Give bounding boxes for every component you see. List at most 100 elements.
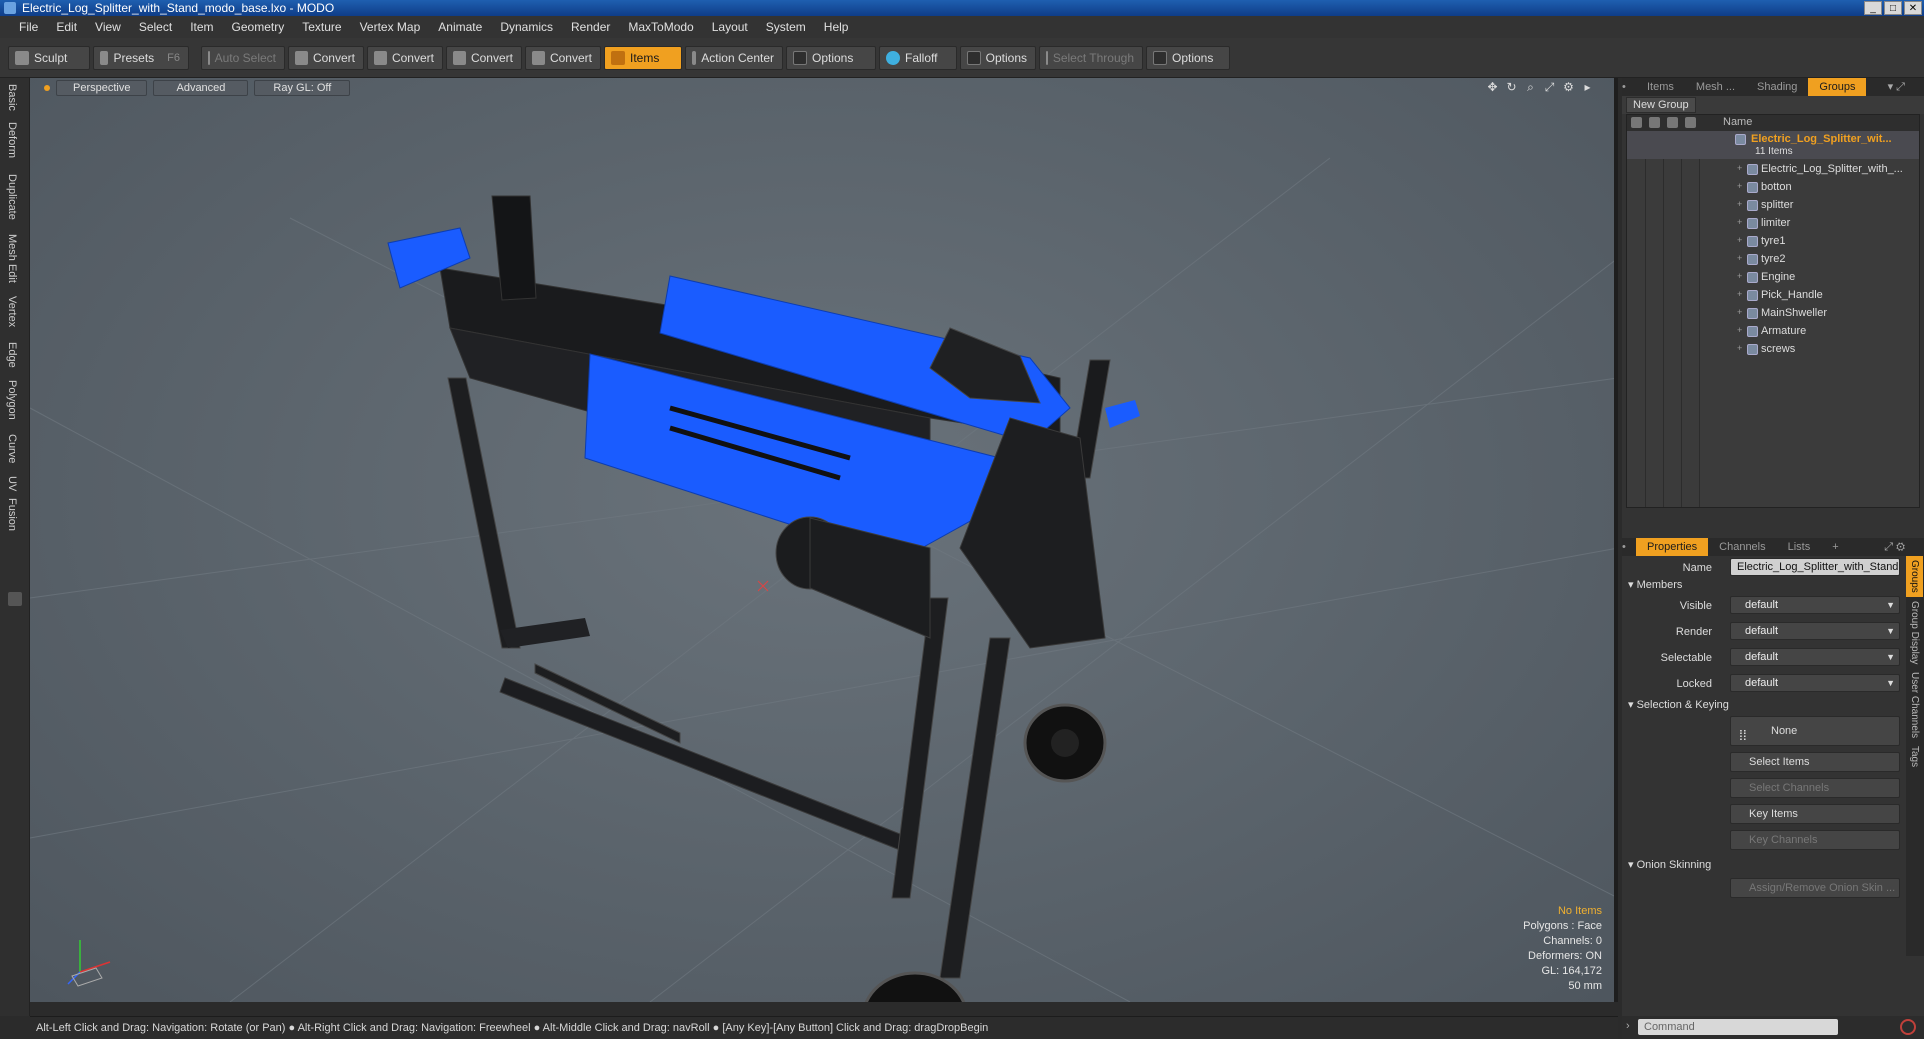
items-mode-button[interactable]: Items xyxy=(604,45,682,70)
new-group-button[interactable]: New Group xyxy=(1626,97,1696,113)
convert-materials-button[interactable]: Convert xyxy=(525,45,601,70)
menu-help[interactable]: Help xyxy=(815,20,858,34)
gear-icon[interactable]: ⚙ xyxy=(1562,81,1575,94)
name-field[interactable]: Electric_Log_Splitter_with_Stand xyxy=(1730,558,1900,576)
command-input[interactable]: Command xyxy=(1638,1019,1838,1035)
convert-edges-button[interactable]: Convert xyxy=(367,45,443,70)
onion-skinning-section[interactable]: ▾ Onion Skinning xyxy=(1628,858,1711,871)
menu-vertex-map[interactable]: Vertex Map xyxy=(351,20,430,34)
menu-select[interactable]: Select xyxy=(130,20,181,34)
tab-deform[interactable]: Deform xyxy=(6,122,18,158)
tab-edge[interactable]: Edge xyxy=(6,342,18,368)
panel-dot-icon[interactable]: • xyxy=(1622,78,1636,96)
menu-texture[interactable]: Texture xyxy=(293,20,350,34)
side-tab-groups[interactable]: Groups xyxy=(1906,556,1923,597)
menu-edit[interactable]: Edit xyxy=(47,20,86,34)
presets-button[interactable]: Presets F6 xyxy=(93,45,189,70)
tab-channels[interactable]: Channels xyxy=(1708,538,1776,556)
key-items-button[interactable]: Key Items xyxy=(1730,804,1900,824)
locked-dropdown[interactable]: default ▼ xyxy=(1730,674,1900,692)
menu-system[interactable]: System xyxy=(757,20,815,34)
tab-mesh-edit[interactable]: Mesh Edit xyxy=(6,234,18,283)
shading-dropdown[interactable]: Advanced xyxy=(153,80,249,96)
menu-render[interactable]: Render xyxy=(562,20,619,34)
tab-items[interactable]: Items xyxy=(1636,78,1685,96)
members-section[interactable]: ▾ Members xyxy=(1628,578,1682,591)
assign-onion-skin-button[interactable]: Assign/Remove Onion Skin ... xyxy=(1730,878,1900,898)
tree-item[interactable]: + tyre1 xyxy=(1627,233,1919,251)
select-through-button[interactable]: Select Through xyxy=(1039,45,1143,70)
tree-item[interactable]: + Pick_Handle xyxy=(1627,287,1919,305)
tree-item[interactable]: + Armature xyxy=(1627,323,1919,341)
close-button[interactable]: ✕ xyxy=(1904,1,1922,15)
minimize-button[interactable]: _ xyxy=(1864,1,1882,15)
menu-animate[interactable]: Animate xyxy=(429,20,491,34)
panel-expand-icon[interactable]: ▾ ⤢ xyxy=(1877,78,1916,96)
tab-curve[interactable]: Curve xyxy=(6,434,18,463)
selectable-dropdown[interactable]: default ▼ xyxy=(1730,648,1900,666)
3d-viewport[interactable]: Perspective Advanced Ray GL: Off ✥ ↻ ⌕ ⤢… xyxy=(30,78,1618,1002)
none-button[interactable]: ⁞⁞ None xyxy=(1730,716,1900,746)
chevron-down-icon: ▼ xyxy=(1886,600,1895,610)
panel-dot-icon[interactable]: • xyxy=(1622,538,1636,556)
tab-vertex[interactable]: Vertex xyxy=(6,296,18,327)
convert-polygons-button[interactable]: Convert xyxy=(446,45,522,70)
tab-shading[interactable]: Shading xyxy=(1746,78,1808,96)
select-channels-button[interactable]: Select Channels xyxy=(1730,778,1900,798)
action-center-options-button[interactable]: Options xyxy=(786,45,876,70)
side-tab-user-channels[interactable]: User Channels xyxy=(1906,668,1923,742)
tree-item[interactable]: + limiter xyxy=(1627,215,1919,233)
raygl-toggle[interactable]: Ray GL: Off xyxy=(254,80,351,96)
tab-mesh[interactable]: Mesh ... xyxy=(1685,78,1746,96)
panel-toggle-icon[interactable] xyxy=(8,592,22,606)
fit-icon[interactable]: ⤢ xyxy=(1543,81,1556,94)
tree-item[interactable]: + screws xyxy=(1627,341,1919,359)
falloff-options-button[interactable]: Options xyxy=(960,45,1036,70)
auto-select-button[interactable]: Auto Select xyxy=(201,45,285,70)
tab-groups[interactable]: Groups xyxy=(1808,78,1867,96)
select-items-button[interactable]: Select Items xyxy=(1730,752,1900,772)
falloff-button[interactable]: Falloff xyxy=(879,45,957,70)
tab-properties[interactable]: Properties xyxy=(1636,538,1709,556)
tree-item[interactable]: + MainShweller xyxy=(1627,305,1919,323)
tree-item[interactable]: + tyre2 xyxy=(1627,251,1919,269)
side-tab-group-display[interactable]: Group Display xyxy=(1906,597,1923,668)
tab-fusion[interactable]: Fusion xyxy=(6,498,18,531)
tab-polygon[interactable]: Polygon xyxy=(6,380,18,420)
view-mode-dropdown[interactable]: Perspective xyxy=(56,80,148,96)
selection-keying-section[interactable]: ▾ Selection & Keying xyxy=(1628,698,1729,711)
viewport-menu-dot-icon[interactable] xyxy=(44,85,50,91)
tree-item[interactable]: + botton xyxy=(1627,179,1919,197)
menu-geometry[interactable]: Geometry xyxy=(223,20,294,34)
menu-dynamics[interactable]: Dynamics xyxy=(491,20,562,34)
sculpt-button[interactable]: Sculpt xyxy=(8,45,90,70)
panel-expand-icon[interactable]: ⤢ ⚙ xyxy=(1873,538,1916,556)
key-channels-button[interactable]: Key Channels xyxy=(1730,830,1900,850)
side-tab-tags[interactable]: Tags xyxy=(1906,742,1923,771)
add-tab-button[interactable]: + xyxy=(1821,538,1849,556)
action-center-button[interactable]: Action Center xyxy=(685,45,783,70)
tree-item[interactable]: + Engine xyxy=(1627,269,1919,287)
zoom-icon[interactable]: ⌕ xyxy=(1524,81,1537,94)
select-through-options-button[interactable]: Options xyxy=(1146,45,1230,70)
visible-dropdown[interactable]: default ▼ xyxy=(1730,596,1900,614)
menu-view[interactable]: View xyxy=(86,20,130,34)
convert-vertices-button[interactable]: Convert xyxy=(288,45,364,70)
tab-uv[interactable]: UV xyxy=(6,476,18,491)
tree-item[interactable]: + Electric_Log_Splitter_with_... xyxy=(1627,161,1919,179)
tab-duplicate[interactable]: Duplicate xyxy=(6,174,18,220)
arrow-right-icon[interactable]: ▸ xyxy=(1581,81,1594,94)
pan-icon[interactable]: ✥ xyxy=(1486,81,1499,94)
menu-item[interactable]: Item xyxy=(181,20,222,34)
record-icon[interactable] xyxy=(1900,1019,1916,1035)
group-row[interactable]: Electric_Log_Splitter_wit... 11 Items xyxy=(1627,131,1919,159)
menu-maxtomodo[interactable]: MaxToModo xyxy=(619,20,702,34)
render-dropdown[interactable]: default ▼ xyxy=(1730,622,1900,640)
tab-basic[interactable]: Basic xyxy=(6,84,18,111)
tree-item[interactable]: + splitter xyxy=(1627,197,1919,215)
menu-file[interactable]: File xyxy=(10,20,47,34)
tab-lists[interactable]: Lists xyxy=(1777,538,1822,556)
menu-layout[interactable]: Layout xyxy=(703,20,757,34)
maximize-button[interactable]: □ xyxy=(1884,1,1902,15)
rotate-icon[interactable]: ↻ xyxy=(1505,81,1518,94)
